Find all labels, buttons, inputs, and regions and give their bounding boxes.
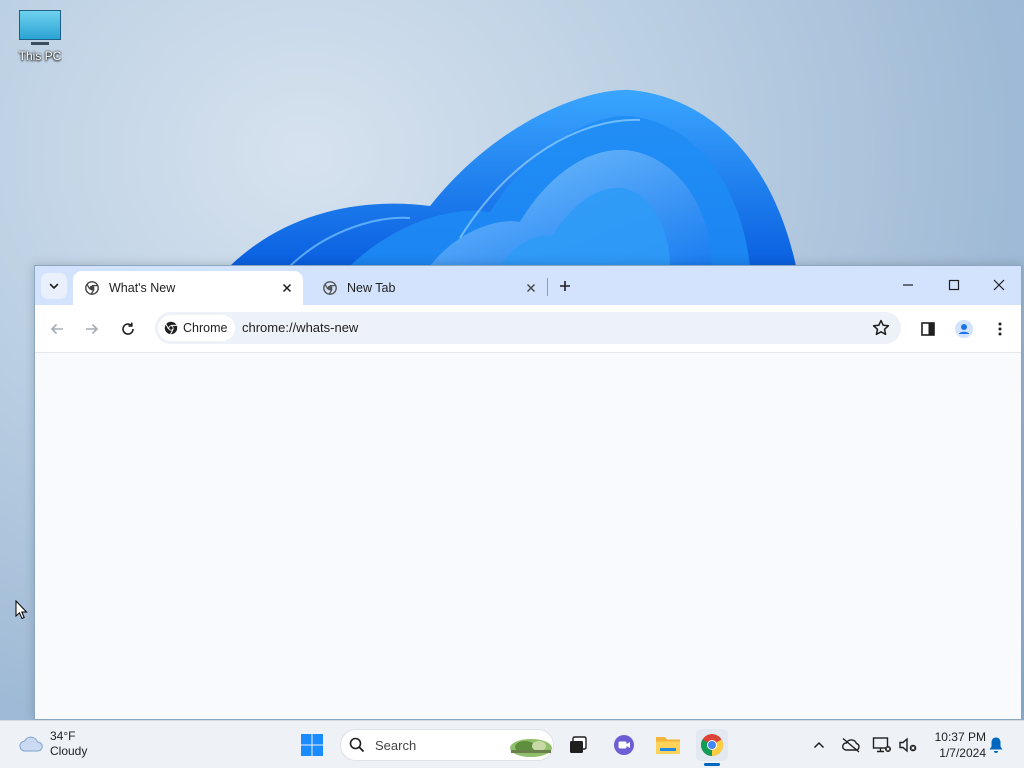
- volume-tray-button[interactable]: [892, 729, 924, 761]
- chevron-up-icon: [813, 741, 825, 749]
- omnibox[interactable]: Chrome chrome://whats-new: [155, 312, 901, 344]
- profile-avatar-icon: [955, 320, 973, 338]
- more-vert-icon: [998, 322, 1002, 336]
- chrome-icon: [85, 281, 99, 295]
- teams-chat-icon: [614, 735, 634, 755]
- forward-button[interactable]: [78, 315, 106, 343]
- monitor-stand: [31, 42, 49, 45]
- site-info-chip[interactable]: Chrome: [158, 315, 236, 341]
- weather-widget[interactable]: 34°F Cloudy: [18, 729, 87, 759]
- tab-title: What's New: [109, 281, 176, 295]
- mouse-cursor-icon: [15, 600, 28, 620]
- arrow-right-icon: [86, 323, 99, 335]
- onedrive-offline-icon: [842, 737, 860, 753]
- task-view-button[interactable]: [562, 729, 594, 761]
- search-icon: [349, 737, 365, 753]
- taskbar: 34°F Cloudy Search 10:37 PM 1/7/2024: [0, 720, 1024, 768]
- clock-date: 1/7/2024: [939, 746, 986, 760]
- maximize-button[interactable]: [931, 266, 977, 304]
- file-explorer-icon: [656, 737, 680, 754]
- speaker-muted-icon: [899, 737, 917, 753]
- windows-start-icon: [301, 734, 323, 756]
- system-clock[interactable]: 10:37 PM 1/7/2024: [924, 729, 986, 761]
- menu-button[interactable]: [986, 315, 1014, 343]
- onedrive-tray-button[interactable]: [835, 729, 867, 761]
- new-tab-button[interactable]: [553, 275, 577, 297]
- teams-chat-button[interactable]: [608, 729, 640, 761]
- page-content: [35, 353, 1021, 719]
- chrome-icon: [323, 281, 337, 295]
- monitor-icon: [19, 10, 61, 40]
- clock-time: 10:37 PM: [934, 730, 986, 744]
- arrow-left-icon: [50, 323, 63, 335]
- url-text[interactable]: chrome://whats-new: [242, 320, 358, 335]
- tab-new-tab[interactable]: New Tab: [311, 271, 547, 305]
- plus-icon: [560, 281, 570, 291]
- notification-bell-icon: [989, 737, 1003, 753]
- file-explorer-button[interactable]: [652, 729, 684, 761]
- active-app-indicator: [704, 763, 720, 766]
- close-window-button[interactable]: [976, 266, 1022, 304]
- site-chip-label: Chrome: [183, 321, 228, 335]
- minimize-icon: [903, 284, 913, 286]
- tab-close-button[interactable]: [279, 280, 295, 296]
- tab-strip: What's New New Tab: [35, 266, 1021, 305]
- close-icon: [282, 283, 292, 293]
- back-button[interactable]: [43, 315, 71, 343]
- chrome-icon: [701, 734, 723, 756]
- chrome-icon: [164, 321, 178, 335]
- bookmark-star-icon[interactable]: [871, 318, 891, 338]
- show-hidden-icons-button[interactable]: [803, 729, 835, 761]
- reload-button[interactable]: [114, 315, 142, 343]
- task-view-icon: [570, 736, 587, 753]
- chrome-taskbar-button[interactable]: [696, 729, 728, 761]
- network-icon: [872, 737, 891, 753]
- maximize-icon: [948, 279, 960, 291]
- desktop-icon-this-pc[interactable]: This PC: [12, 10, 68, 63]
- side-panel-button[interactable]: [914, 315, 942, 343]
- weather-condition: Cloudy: [50, 744, 88, 758]
- tab-whats-new[interactable]: What's New: [73, 271, 303, 305]
- tab-separator: [547, 278, 548, 296]
- side-panel-icon: [921, 322, 935, 336]
- weather-temp: 34°F: [50, 729, 76, 743]
- wallpaper-bloom: [230, 89, 796, 267]
- cloud-icon: [19, 736, 43, 752]
- desktop-icon-label: This PC: [18, 49, 62, 63]
- close-icon: [993, 279, 1005, 291]
- chevron-down-icon: [49, 283, 59, 290]
- tab-search-button[interactable]: [41, 273, 67, 299]
- notification-button[interactable]: [980, 729, 1012, 761]
- search-label: Search: [375, 738, 417, 753]
- profile-button[interactable]: [950, 315, 978, 343]
- tab-title: New Tab: [347, 281, 396, 295]
- taskbar-search[interactable]: Search: [340, 729, 554, 761]
- reload-icon: [122, 322, 134, 335]
- close-icon: [527, 284, 535, 292]
- search-highlight-icon: [510, 739, 552, 757]
- minimize-button[interactable]: [885, 266, 931, 304]
- start-button[interactable]: [296, 729, 328, 761]
- browser-window: What's New New Tab Chrome chrome://whats…: [34, 265, 1022, 720]
- tab-close-button[interactable]: [523, 280, 539, 296]
- browser-toolbar: Chrome chrome://whats-new: [35, 305, 1021, 353]
